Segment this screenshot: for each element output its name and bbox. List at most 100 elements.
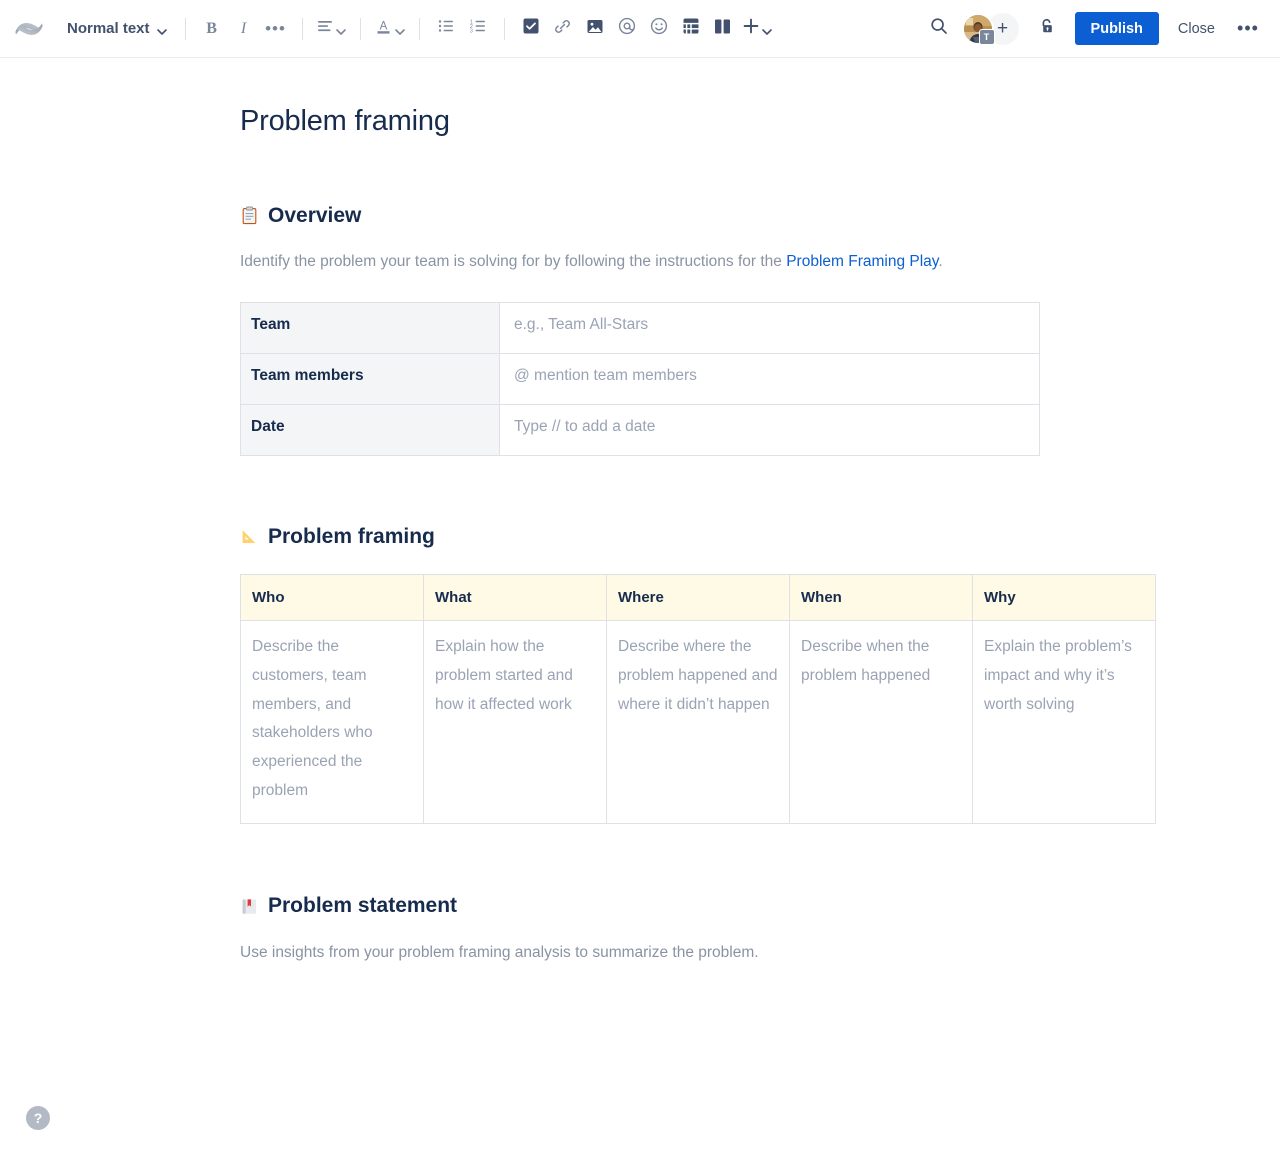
- unlocked-padlock-icon: [1038, 17, 1057, 41]
- table-row[interactable]: Team e.g., Team All-Stars: [240, 302, 1040, 355]
- bullet-list-icon: [438, 19, 454, 38]
- numbered-list-button[interactable]: 1 2 3: [462, 13, 494, 45]
- overview-row-value[interactable]: @ mention team members: [499, 353, 1040, 406]
- toolbar-divider: [301, 17, 303, 40]
- column-header-when[interactable]: When: [789, 574, 973, 622]
- bullet-list-button[interactable]: [430, 13, 462, 45]
- layouts-icon: [714, 19, 731, 39]
- table-row[interactable]: Team members @ mention team members: [240, 353, 1040, 406]
- mention-icon: [618, 17, 636, 40]
- page-title[interactable]: Problem framing: [240, 104, 1040, 139]
- restrictions-button[interactable]: [1031, 12, 1065, 46]
- chevron-down-icon: [394, 24, 405, 35]
- clipboard-icon: [240, 206, 259, 225]
- table-header-row: Who What Where When Why: [240, 574, 1156, 622]
- text-color-button[interactable]: A: [371, 13, 409, 45]
- table-button[interactable]: [675, 13, 707, 45]
- toolbar-left-group: Normal text B I ••• A 1 2 3: [14, 13, 776, 45]
- confluence-logo[interactable]: [14, 14, 44, 44]
- emoji-icon: [650, 17, 668, 40]
- plus-icon: [743, 18, 759, 39]
- heading-problem-framing: Problem framing: [240, 523, 1040, 550]
- link-button[interactable]: [547, 13, 579, 45]
- text-style-label: Normal text: [67, 20, 150, 37]
- problem-framing-table[interactable]: Who What Where When Why Describe the cus…: [240, 574, 1156, 825]
- heading-overview: Overview: [240, 202, 1040, 229]
- search-icon: [930, 17, 948, 40]
- italic-icon: I: [240, 19, 247, 37]
- emoji-button[interactable]: [643, 13, 675, 45]
- overview-paragraph-text-after: .: [938, 253, 943, 271]
- table-row[interactable]: Describe the customers, team members, an…: [240, 620, 1156, 825]
- chevron-down-icon: [761, 24, 772, 35]
- column-header-where[interactable]: Where: [606, 574, 790, 622]
- heading-problem-statement-label: Problem statement: [268, 894, 458, 918]
- insert-more-button[interactable]: [739, 13, 776, 45]
- more-horizontal-icon: •••: [1237, 18, 1259, 38]
- image-icon: [587, 19, 603, 39]
- toolbar-divider: [418, 17, 420, 40]
- search-button[interactable]: [922, 12, 956, 46]
- problem-framing-table-head: Who What Where When Why: [240, 574, 1156, 622]
- closed-book-icon: [240, 897, 259, 916]
- avatar-badge: T: [978, 28, 995, 45]
- collaborators: T +: [961, 12, 1019, 45]
- problem-framing-table-body: Describe the customers, team members, an…: [240, 620, 1156, 825]
- image-button[interactable]: [579, 13, 611, 45]
- numbered-list-icon: 1 2 3: [470, 19, 486, 38]
- cell-when[interactable]: Describe when the problem happened: [789, 620, 973, 825]
- heading-problem-statement: Problem statement: [240, 892, 1040, 919]
- overview-table[interactable]: Team e.g., Team All-Stars Team members @…: [240, 302, 1040, 457]
- text-style-dropdown[interactable]: Normal text: [58, 15, 175, 42]
- mention-button[interactable]: [611, 13, 643, 45]
- column-header-what[interactable]: What: [423, 574, 607, 622]
- svg-text:3: 3: [470, 28, 473, 33]
- overview-row-label: Team: [240, 302, 500, 355]
- bold-icon: B: [206, 19, 217, 37]
- action-item-icon: [523, 18, 539, 39]
- table-row[interactable]: Date Type // to add a date: [240, 404, 1040, 457]
- more-formatting-button[interactable]: •••: [260, 13, 292, 45]
- page-more-actions-button[interactable]: •••: [1232, 13, 1264, 45]
- text-color-icon: A: [375, 18, 392, 40]
- cell-what[interactable]: Explain how the problem started and how …: [423, 620, 607, 825]
- editor-toolbar: Normal text B I ••• A 1 2 3 T + Publish …: [0, 0, 1280, 58]
- text-align-icon: [317, 19, 333, 38]
- text-align-button[interactable]: [313, 13, 350, 45]
- cell-why[interactable]: Explain the problem’s impact and why it’…: [972, 620, 1156, 825]
- question-mark-icon: ?: [33, 1110, 43, 1126]
- svg-text:A: A: [379, 20, 387, 32]
- overview-row-label: Team members: [240, 353, 500, 406]
- column-header-why[interactable]: Why: [972, 574, 1156, 622]
- publish-button[interactable]: Publish: [1074, 12, 1159, 45]
- overview-row-value[interactable]: Type // to add a date: [499, 404, 1040, 457]
- overview-row-value[interactable]: e.g., Team All-Stars: [499, 302, 1040, 355]
- cell-where[interactable]: Describe where the problem happened and …: [606, 620, 790, 825]
- triangular-ruler-icon: [240, 527, 259, 546]
- heading-overview-label: Overview: [268, 203, 362, 227]
- document-content: Problem framing Overview Identify the pr…: [240, 104, 1156, 965]
- help-button[interactable]: ?: [26, 1106, 50, 1130]
- close-button[interactable]: Close: [1165, 12, 1228, 45]
- toolbar-divider: [359, 17, 361, 40]
- bold-button[interactable]: B: [196, 13, 228, 45]
- overview-paragraph-text-before: Identify the problem your team is solvin…: [240, 253, 787, 271]
- document-body: Problem framing Overview Identify the pr…: [0, 58, 1280, 965]
- toolbar-right-group: T + Publish Close •••: [922, 12, 1264, 46]
- chevron-down-icon: [335, 24, 346, 35]
- toolbar-divider: [184, 17, 186, 40]
- italic-button[interactable]: I: [228, 13, 260, 45]
- overview-table-body: Team e.g., Team All-Stars Team members @…: [240, 302, 1040, 457]
- avatar[interactable]: T: [961, 12, 995, 45]
- problem-framing-play-link[interactable]: Problem Framing Play: [786, 253, 938, 270]
- layouts-button[interactable]: [707, 13, 739, 45]
- column-header-who[interactable]: Who: [240, 574, 424, 622]
- table-icon: [683, 18, 699, 39]
- chevron-down-icon: [156, 24, 167, 35]
- action-item-button[interactable]: [515, 13, 547, 45]
- problem-statement-paragraph: Use insights from your problem framing a…: [240, 943, 759, 961]
- plus-icon: +: [996, 18, 1009, 39]
- cell-who[interactable]: Describe the customers, team members, an…: [240, 620, 424, 825]
- toolbar-divider: [503, 17, 505, 40]
- link-icon: [554, 18, 571, 40]
